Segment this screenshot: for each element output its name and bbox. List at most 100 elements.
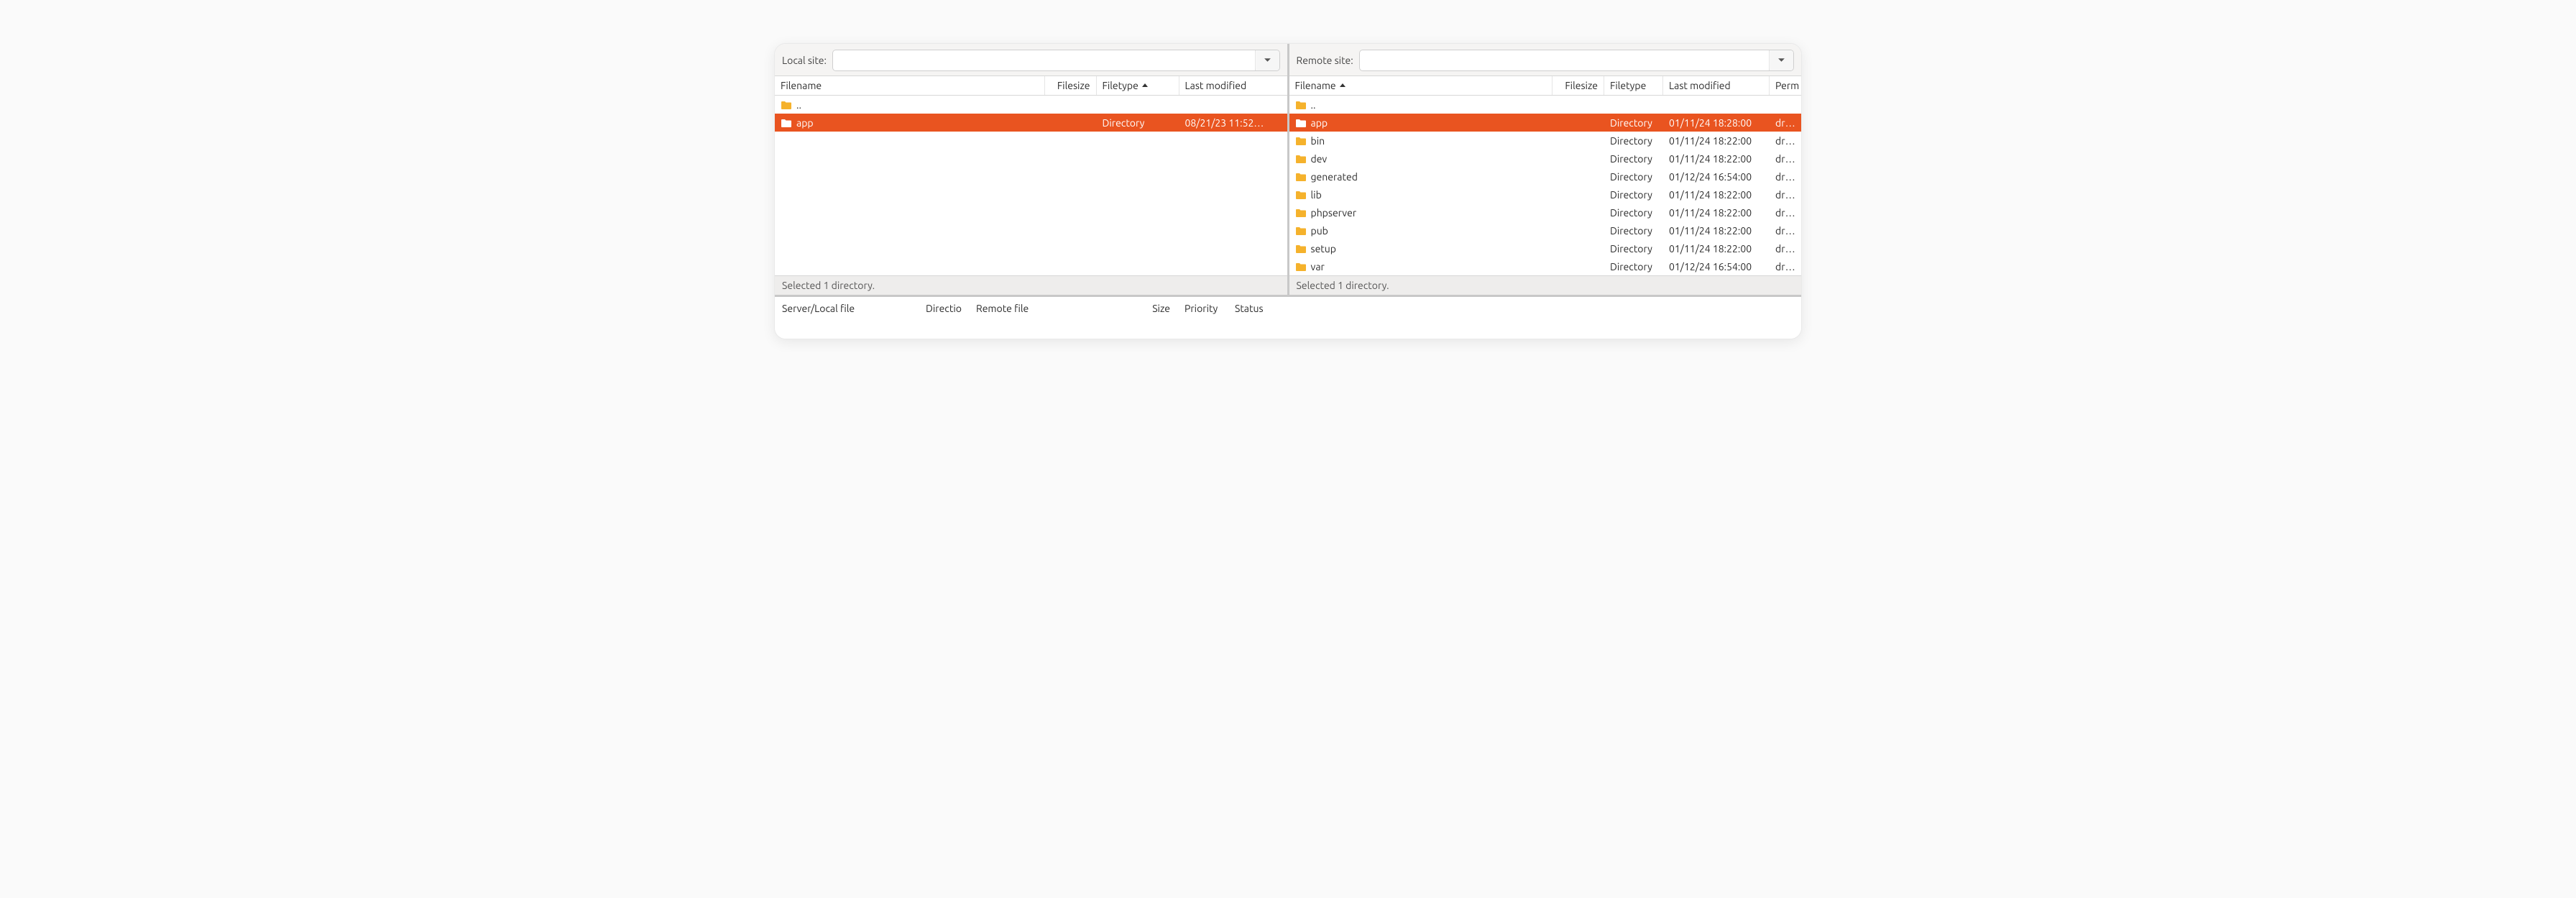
file-name-cell: bin (1289, 135, 1553, 147)
file-modified-cell: 01/11/24 18:22:00 (1663, 153, 1770, 165)
remote-site-input[interactable] (1360, 50, 1769, 70)
chevron-down-icon (1777, 55, 1785, 66)
remote-col-filename[interactable]: Filename (1289, 76, 1553, 95)
directory-row[interactable]: var Directory01/12/24 16:54:00drwx (1289, 257, 1802, 275)
remote-pane: Remote site: Filename Filesize Filetype … (1289, 44, 1802, 295)
local-col-filename[interactable]: Filename (775, 76, 1045, 95)
file-panes: Local site: Filename Filesize Filetype L… (775, 44, 1801, 297)
directory-row[interactable]: pubDirectory01/11/24 18:22:00drwx (1289, 221, 1802, 239)
directory-row[interactable]: devDirectory01/11/24 18:22:00drwx (1289, 150, 1802, 168)
ftp-client-window: Local site: Filename Filesize Filetype L… (774, 43, 1802, 339)
transfer-queue-list[interactable] (775, 320, 1801, 339)
file-name-label: phpserver (1311, 207, 1357, 219)
file-permissions-cell: drwx (1770, 171, 1801, 183)
file-name-cell: lib (1289, 189, 1553, 201)
file-name-label: .. (1311, 99, 1316, 111)
local-site-label: Local site: (782, 55, 827, 66)
file-modified-cell: 01/11/24 18:22:00 (1663, 135, 1770, 147)
file-name-label: var (1311, 261, 1325, 272)
remote-status-bar: Selected 1 directory. (1289, 275, 1802, 295)
local-site-combo[interactable] (832, 50, 1280, 71)
file-name-label: app (796, 117, 814, 129)
file-name-cell: setup (1289, 243, 1553, 255)
queue-col-priority[interactable]: Priority (1177, 300, 1228, 317)
file-type-cell: Directory (1604, 243, 1663, 255)
file-permissions-cell: drwx (1770, 207, 1801, 219)
local-site-bar: Local site: (775, 44, 1287, 75)
remote-file-list[interactable]: ..appDirectory01/11/24 18:28:00drwxbinDi… (1289, 96, 1802, 275)
directory-row[interactable]: appDirectory01/11/24 18:28:00drwx (1289, 114, 1802, 132)
queue-col-file[interactable]: Server/Local file (775, 300, 919, 317)
remote-site-dropdown[interactable] (1769, 50, 1793, 70)
file-modified-cell: 01/11/24 18:22:00 (1663, 189, 1770, 201)
file-modified-cell: 08/21/23 11:52… (1179, 117, 1287, 129)
file-name-label: pub (1311, 225, 1328, 237)
file-name-label: .. (796, 99, 801, 111)
chevron-down-icon (1264, 55, 1271, 66)
file-name-cell: dev (1289, 153, 1553, 165)
local-site-dropdown[interactable] (1255, 50, 1279, 70)
file-modified-cell: 01/11/24 18:22:00 (1663, 225, 1770, 237)
directory-row[interactable]: lib Directory01/11/24 18:22:00drwx (1289, 185, 1802, 203)
remote-col-modified[interactable]: Last modified (1663, 76, 1770, 95)
directory-row[interactable]: bin Directory01/11/24 18:22:00drwx (1289, 132, 1802, 150)
local-col-modified[interactable]: Last modified (1179, 76, 1287, 95)
file-name-cell: phpserver (1289, 207, 1553, 219)
file-permissions-cell: drwx (1770, 135, 1801, 147)
queue-col-remote[interactable]: Remote file (969, 300, 1134, 317)
file-name-label: lib (1311, 189, 1322, 201)
file-permissions-cell: drwx (1770, 225, 1801, 237)
local-file-list[interactable]: .. app Directory08/21/23 11:52… (775, 96, 1287, 275)
file-name-cell: pub (1289, 225, 1553, 237)
file-type-cell: Directory (1604, 153, 1663, 165)
file-type-cell: Directory (1097, 117, 1179, 129)
file-type-cell: Directory (1604, 207, 1663, 219)
file-name-label: setup (1311, 243, 1337, 255)
queue-col-status[interactable]: Status (1228, 300, 1801, 317)
remote-col-filesize[interactable]: Filesize (1552, 76, 1604, 95)
file-type-cell: Directory (1604, 117, 1663, 129)
directory-row[interactable]: setup Directory01/11/24 18:22:00drwx (1289, 239, 1802, 257)
sort-asc-icon (1339, 80, 1346, 91)
file-permissions-cell: drwx (1770, 261, 1801, 272)
file-name-label: bin (1311, 135, 1325, 147)
local-status-bar: Selected 1 directory. (775, 275, 1287, 295)
parent-directory-row[interactable]: .. (1289, 96, 1802, 114)
directory-row[interactable]: app Directory08/21/23 11:52… (775, 114, 1287, 132)
file-name-cell: var (1289, 261, 1553, 272)
file-permissions-cell: drwx (1770, 243, 1801, 255)
file-name-label: dev (1311, 153, 1328, 165)
queue-col-size[interactable]: Size (1134, 300, 1177, 317)
local-columns-header: Filename Filesize Filetype Last modified (775, 75, 1287, 96)
local-site-input[interactable] (833, 50, 1255, 70)
remote-site-combo[interactable] (1359, 50, 1794, 71)
file-name-cell: .. (775, 99, 1045, 111)
file-permissions-cell: drwx (1770, 189, 1801, 201)
file-permissions-cell: drwx (1770, 117, 1801, 129)
local-col-filetype[interactable]: Filetype (1097, 76, 1179, 95)
local-pane: Local site: Filename Filesize Filetype L… (775, 44, 1289, 295)
file-name-cell: generated (1289, 171, 1553, 183)
remote-columns-header: Filename Filesize Filetype Last modified… (1289, 75, 1802, 96)
file-modified-cell: 01/11/24 18:22:00 (1663, 243, 1770, 255)
file-modified-cell: 01/11/24 18:22:00 (1663, 207, 1770, 219)
directory-row[interactable]: phpserver Directory01/11/24 18:22:00drwx (1289, 203, 1802, 221)
directory-row[interactable]: generatedDirectory01/12/24 16:54:00drwx (1289, 168, 1802, 185)
local-col-filesize[interactable]: Filesize (1045, 76, 1097, 95)
file-name-label: app (1311, 117, 1328, 129)
remote-site-bar: Remote site: (1289, 44, 1802, 75)
file-type-cell: Directory (1604, 135, 1663, 147)
file-name-cell: .. (1289, 99, 1553, 111)
sort-asc-icon (1141, 80, 1149, 91)
parent-directory-row[interactable]: .. (775, 96, 1287, 114)
file-modified-cell: 01/12/24 16:54:00 (1663, 171, 1770, 183)
remote-col-permissions[interactable]: Perm (1770, 76, 1801, 95)
remote-col-filetype[interactable]: Filetype (1604, 76, 1663, 95)
file-name-label: generated (1311, 171, 1358, 183)
file-name-cell: app (775, 117, 1045, 129)
file-type-cell: Directory (1604, 261, 1663, 272)
file-modified-cell: 01/12/24 16:54:00 (1663, 261, 1770, 272)
file-type-cell: Directory (1604, 189, 1663, 201)
queue-col-direction[interactable]: Directio (919, 300, 969, 317)
remote-site-label: Remote site: (1297, 55, 1353, 66)
